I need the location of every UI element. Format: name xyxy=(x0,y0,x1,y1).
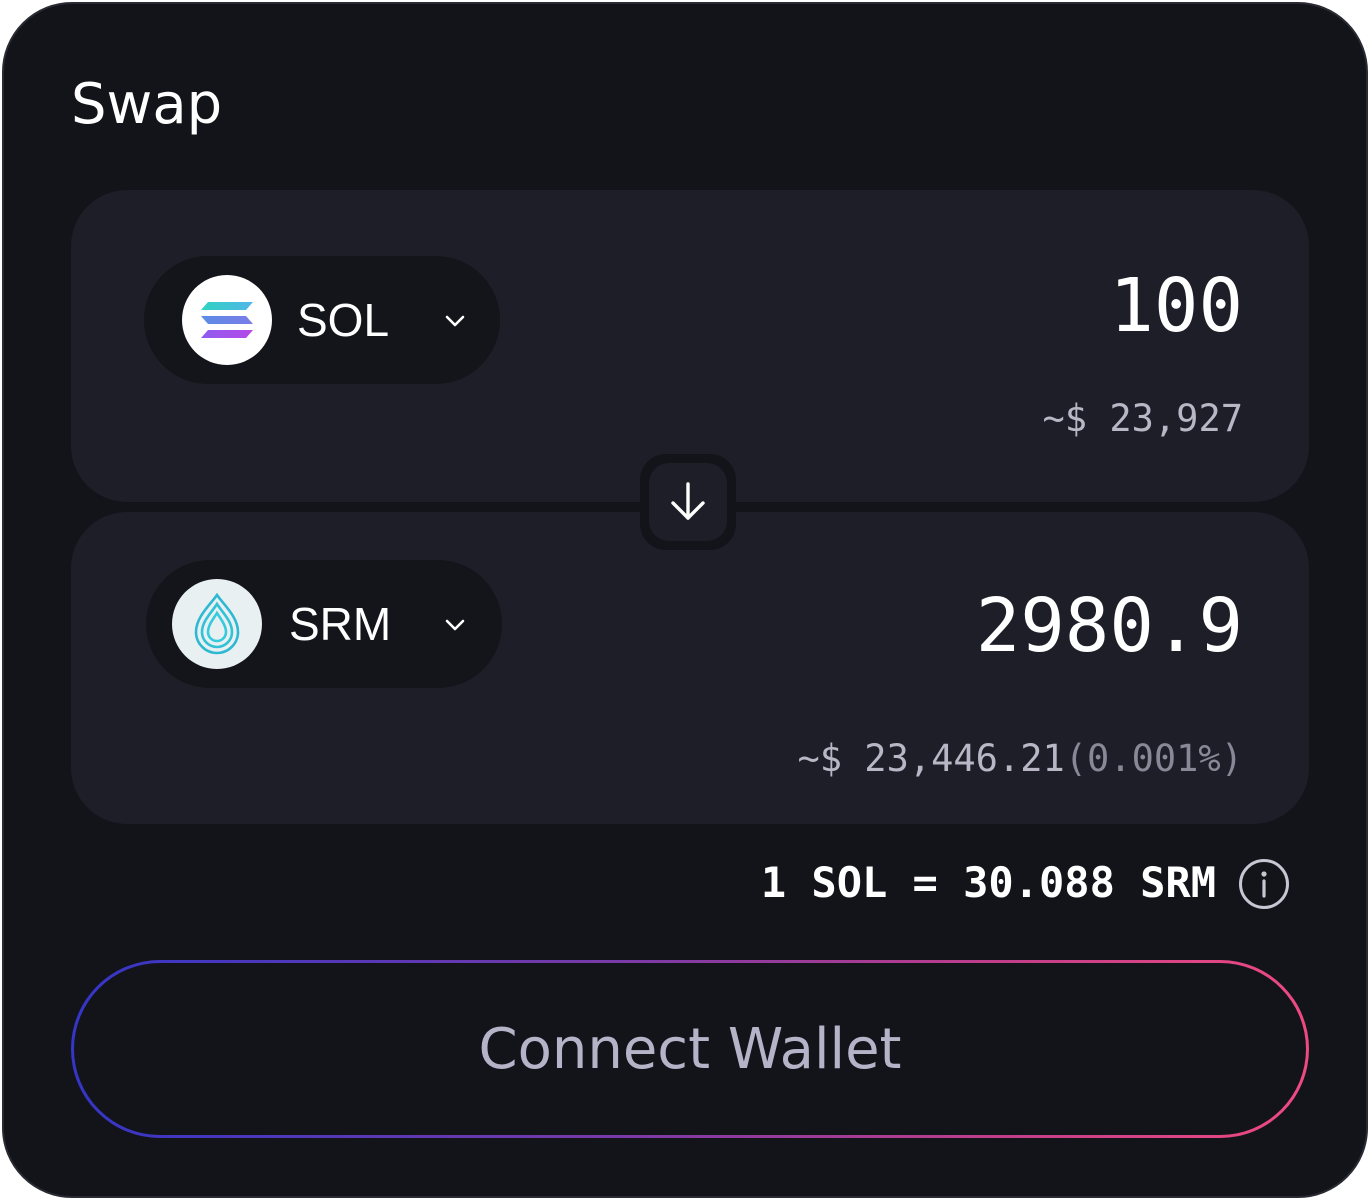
connect-wallet-label: Connect Wallet xyxy=(478,1016,902,1082)
swap-card: Swap SOL 100 ~$ 23,927 SRM 2980.9 ~$ 23,… xyxy=(2,2,1368,1198)
solana-logo-icon xyxy=(182,275,272,365)
swap-direction-button[interactable] xyxy=(640,454,736,550)
info-icon[interactable] xyxy=(1238,858,1290,910)
connect-wallet-button[interactable]: Connect Wallet xyxy=(71,960,1309,1138)
to-usd-amount: ~$ 23,446.21 xyxy=(797,737,1065,780)
price-impact: (0.001%) xyxy=(1064,737,1243,780)
arrow-down-icon xyxy=(671,482,705,520)
exchange-rate: 1 SOL = 30.088 SRM xyxy=(760,858,1216,907)
to-token-symbol: SRM xyxy=(289,598,392,650)
from-token-selector[interactable]: SOL xyxy=(144,256,500,384)
from-usd-value: ~$ 23,927 xyxy=(1042,397,1243,440)
serum-logo-icon xyxy=(172,579,262,669)
connect-wallet-inner: Connect Wallet xyxy=(74,963,1306,1135)
from-token-symbol: SOL xyxy=(297,294,390,346)
swap-direction-inner xyxy=(649,463,727,541)
to-usd-value: ~$ 23,446.21(0.001%) xyxy=(797,736,1243,782)
swap-title: Swap xyxy=(71,72,223,137)
to-token-selector[interactable]: SRM xyxy=(146,560,502,688)
from-amount[interactable]: 100 xyxy=(1109,264,1243,348)
to-panel: SRM 2980.9 ~$ 23,446.21(0.001%) xyxy=(71,512,1309,824)
chevron-down-icon xyxy=(445,315,465,327)
to-amount[interactable]: 2980.9 xyxy=(976,584,1243,668)
chevron-down-icon xyxy=(445,619,465,631)
